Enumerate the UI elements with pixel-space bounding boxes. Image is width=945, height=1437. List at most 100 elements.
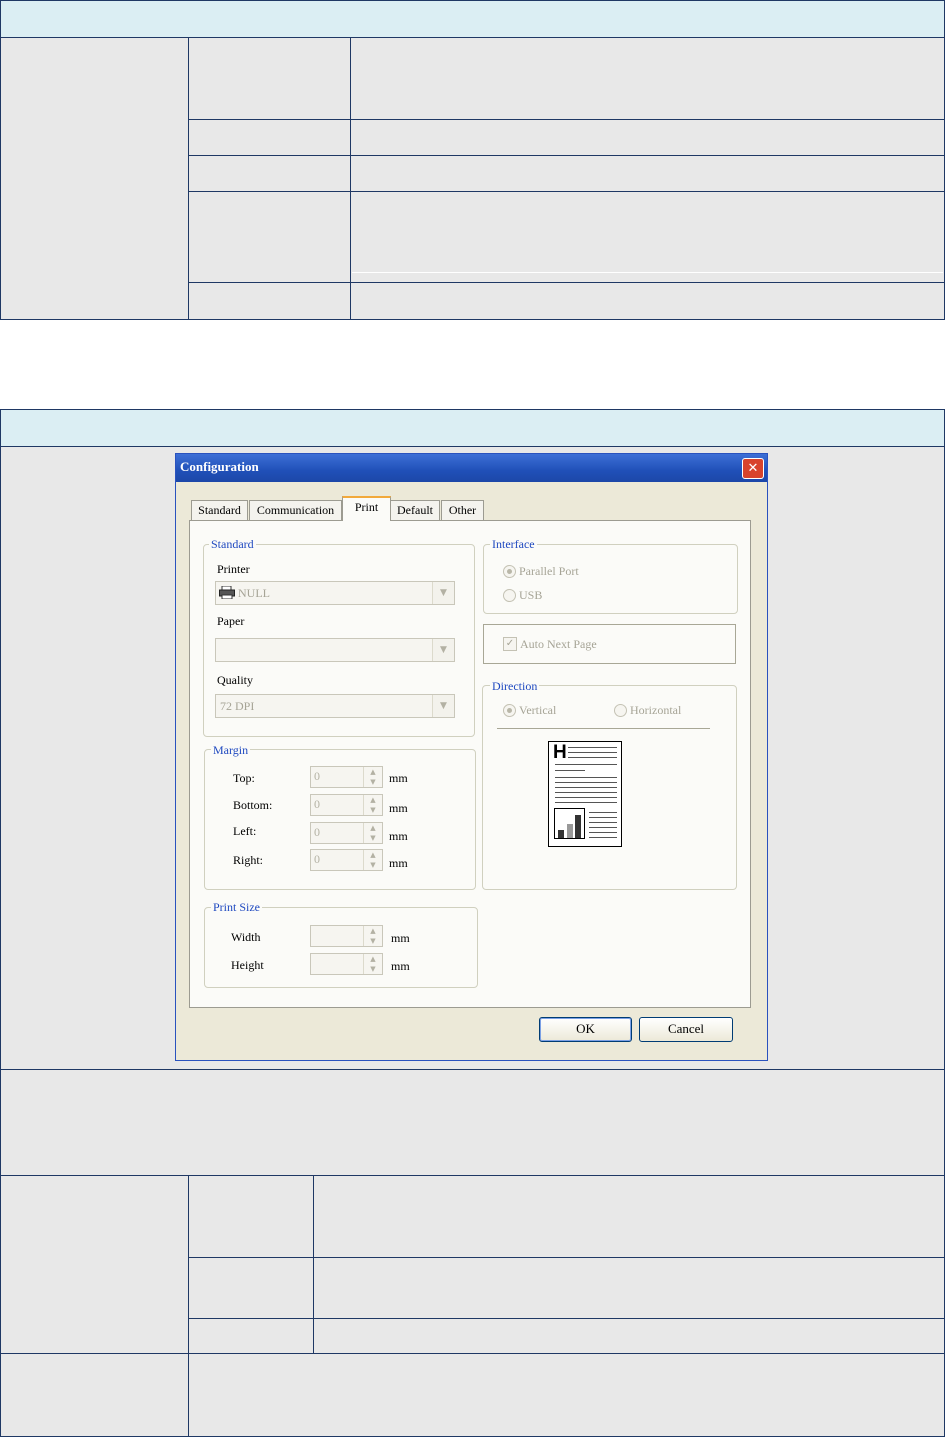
table-2-row-1-key [188, 1175, 314, 1258]
preview-chart-box [554, 808, 585, 839]
close-icon[interactable]: ✕ [742, 458, 764, 479]
table-2-footer-key [0, 1353, 189, 1437]
horizontal-label: Horizontal [630, 703, 682, 717]
chevron-down-icon[interactable]: ▼ [432, 695, 454, 717]
chevron-down-icon[interactable]: ▼ [432, 639, 454, 661]
paper-select[interactable] [215, 638, 455, 662]
table-2-header [0, 409, 945, 447]
interface-group [483, 544, 738, 614]
tab-default[interactable]: Default [390, 500, 440, 521]
printer-label: Printer [217, 562, 250, 576]
margin-right-label: Right: [233, 853, 264, 867]
spin-arrows-icon[interactable]: ▲ ▼ [363, 850, 382, 870]
preview-line [589, 822, 617, 823]
margin-right-unit: mm [389, 856, 408, 870]
table-2-footer-value [188, 1353, 945, 1437]
spin-arrows-icon[interactable]: ▲ ▼ [363, 926, 382, 946]
margin-group-title: Margin [211, 743, 251, 757]
tab-other[interactable]: Other [441, 500, 484, 521]
chevron-down-icon[interactable]: ▼ [432, 582, 454, 604]
margin-top-unit: mm [389, 771, 408, 785]
preview-bar [567, 824, 573, 838]
standard-group-title: Standard [209, 537, 256, 551]
preview-line [555, 770, 585, 771]
margin-left-unit: mm [389, 829, 408, 843]
print-height-label: Height [231, 958, 264, 972]
table-2-label-cell [0, 1175, 189, 1354]
usb-label: USB [519, 588, 543, 602]
quality-label: Quality [217, 673, 253, 687]
print-size-group-title: Print Size [211, 900, 262, 914]
margin-bottom-unit: mm [389, 801, 408, 815]
table-1-header [0, 0, 945, 38]
margin-top-label: Top: [233, 771, 255, 785]
usb-radio[interactable] [503, 589, 516, 602]
table-1-row-3-key [188, 155, 351, 192]
cancel-button[interactable]: Cancel [639, 1017, 733, 1042]
direction-divider [497, 728, 710, 729]
tab-standard[interactable]: Standard [191, 500, 248, 521]
preview-bar [558, 830, 564, 838]
table-2-row-2-key [188, 1257, 314, 1319]
preview-letter: H [553, 742, 567, 763]
print-width-unit: mm [391, 931, 410, 945]
preview-line [555, 764, 617, 765]
description-cell [0, 1069, 945, 1176]
table-1-row-3-value [350, 155, 945, 192]
quality-select[interactable]: 72 DPI [215, 694, 455, 718]
paper-label: Paper [217, 614, 245, 628]
ok-button[interactable]: OK [539, 1017, 632, 1042]
vertical-radio[interactable] [503, 704, 516, 717]
preview-line [555, 792, 617, 793]
tab-communication[interactable]: Communication [249, 500, 342, 521]
interface-group-title: Interface [490, 537, 537, 551]
preview-line [555, 787, 617, 788]
direction-group-title: Direction [490, 679, 540, 693]
preview-line [568, 747, 617, 748]
table-1-row-2-value [350, 119, 945, 156]
margin-left-label: Left: [233, 824, 257, 838]
table-1-row-4-divider [352, 272, 943, 273]
dialog-title: Configuration [176, 454, 767, 482]
preview-line [589, 827, 617, 828]
spin-arrows-icon[interactable]: ▲ ▼ [363, 767, 382, 787]
table-1-row-1-key [188, 37, 351, 120]
preview-line [589, 817, 617, 818]
table-2-row-3-key [188, 1318, 314, 1354]
preview-line [555, 802, 617, 803]
preview-line [568, 752, 617, 753]
page-preview-icon: H [548, 741, 622, 847]
vertical-label: Vertical [519, 703, 557, 717]
print-height-unit: mm [391, 959, 410, 973]
preview-line [568, 757, 617, 758]
table-1-row-5-key [188, 227, 351, 283]
spin-arrows-icon[interactable]: ▲ ▼ [363, 954, 382, 974]
table-2-row-2-value [313, 1257, 945, 1319]
auto-next-page-label: Auto Next Page [520, 637, 597, 651]
printer-value: NULL [238, 586, 270, 600]
print-size-group [204, 907, 478, 988]
preview-line [589, 812, 617, 813]
table-1-row-2-key [188, 119, 351, 156]
preview-line [555, 777, 617, 778]
table-1-row-4-value [350, 191, 945, 283]
margin-bottom-label: Bottom: [233, 798, 273, 812]
table-1-label-cell [0, 37, 189, 320]
auto-next-page-checkbox[interactable]: ✓ [503, 637, 517, 651]
spin-arrows-icon[interactable]: ▲ ▼ [363, 823, 382, 843]
table-2-row-3-value [313, 1318, 945, 1354]
horizontal-radio[interactable] [614, 704, 627, 717]
table-1-row-4-key [188, 191, 351, 228]
preview-line [589, 837, 617, 838]
table-1-row-6-key [188, 282, 351, 320]
table-1-row-1-value [350, 37, 945, 120]
print-width-label: Width [231, 930, 261, 944]
table-1-row-6-value [350, 282, 945, 320]
preview-line [555, 782, 617, 783]
tab-print[interactable]: Print [342, 496, 391, 521]
printer-select[interactable]: NULL [215, 581, 455, 605]
preview-line [555, 797, 617, 798]
spin-arrows-icon[interactable]: ▲ ▼ [363, 795, 382, 815]
parallel-port-label: Parallel Port [519, 564, 579, 578]
parallel-port-radio[interactable] [503, 565, 516, 578]
